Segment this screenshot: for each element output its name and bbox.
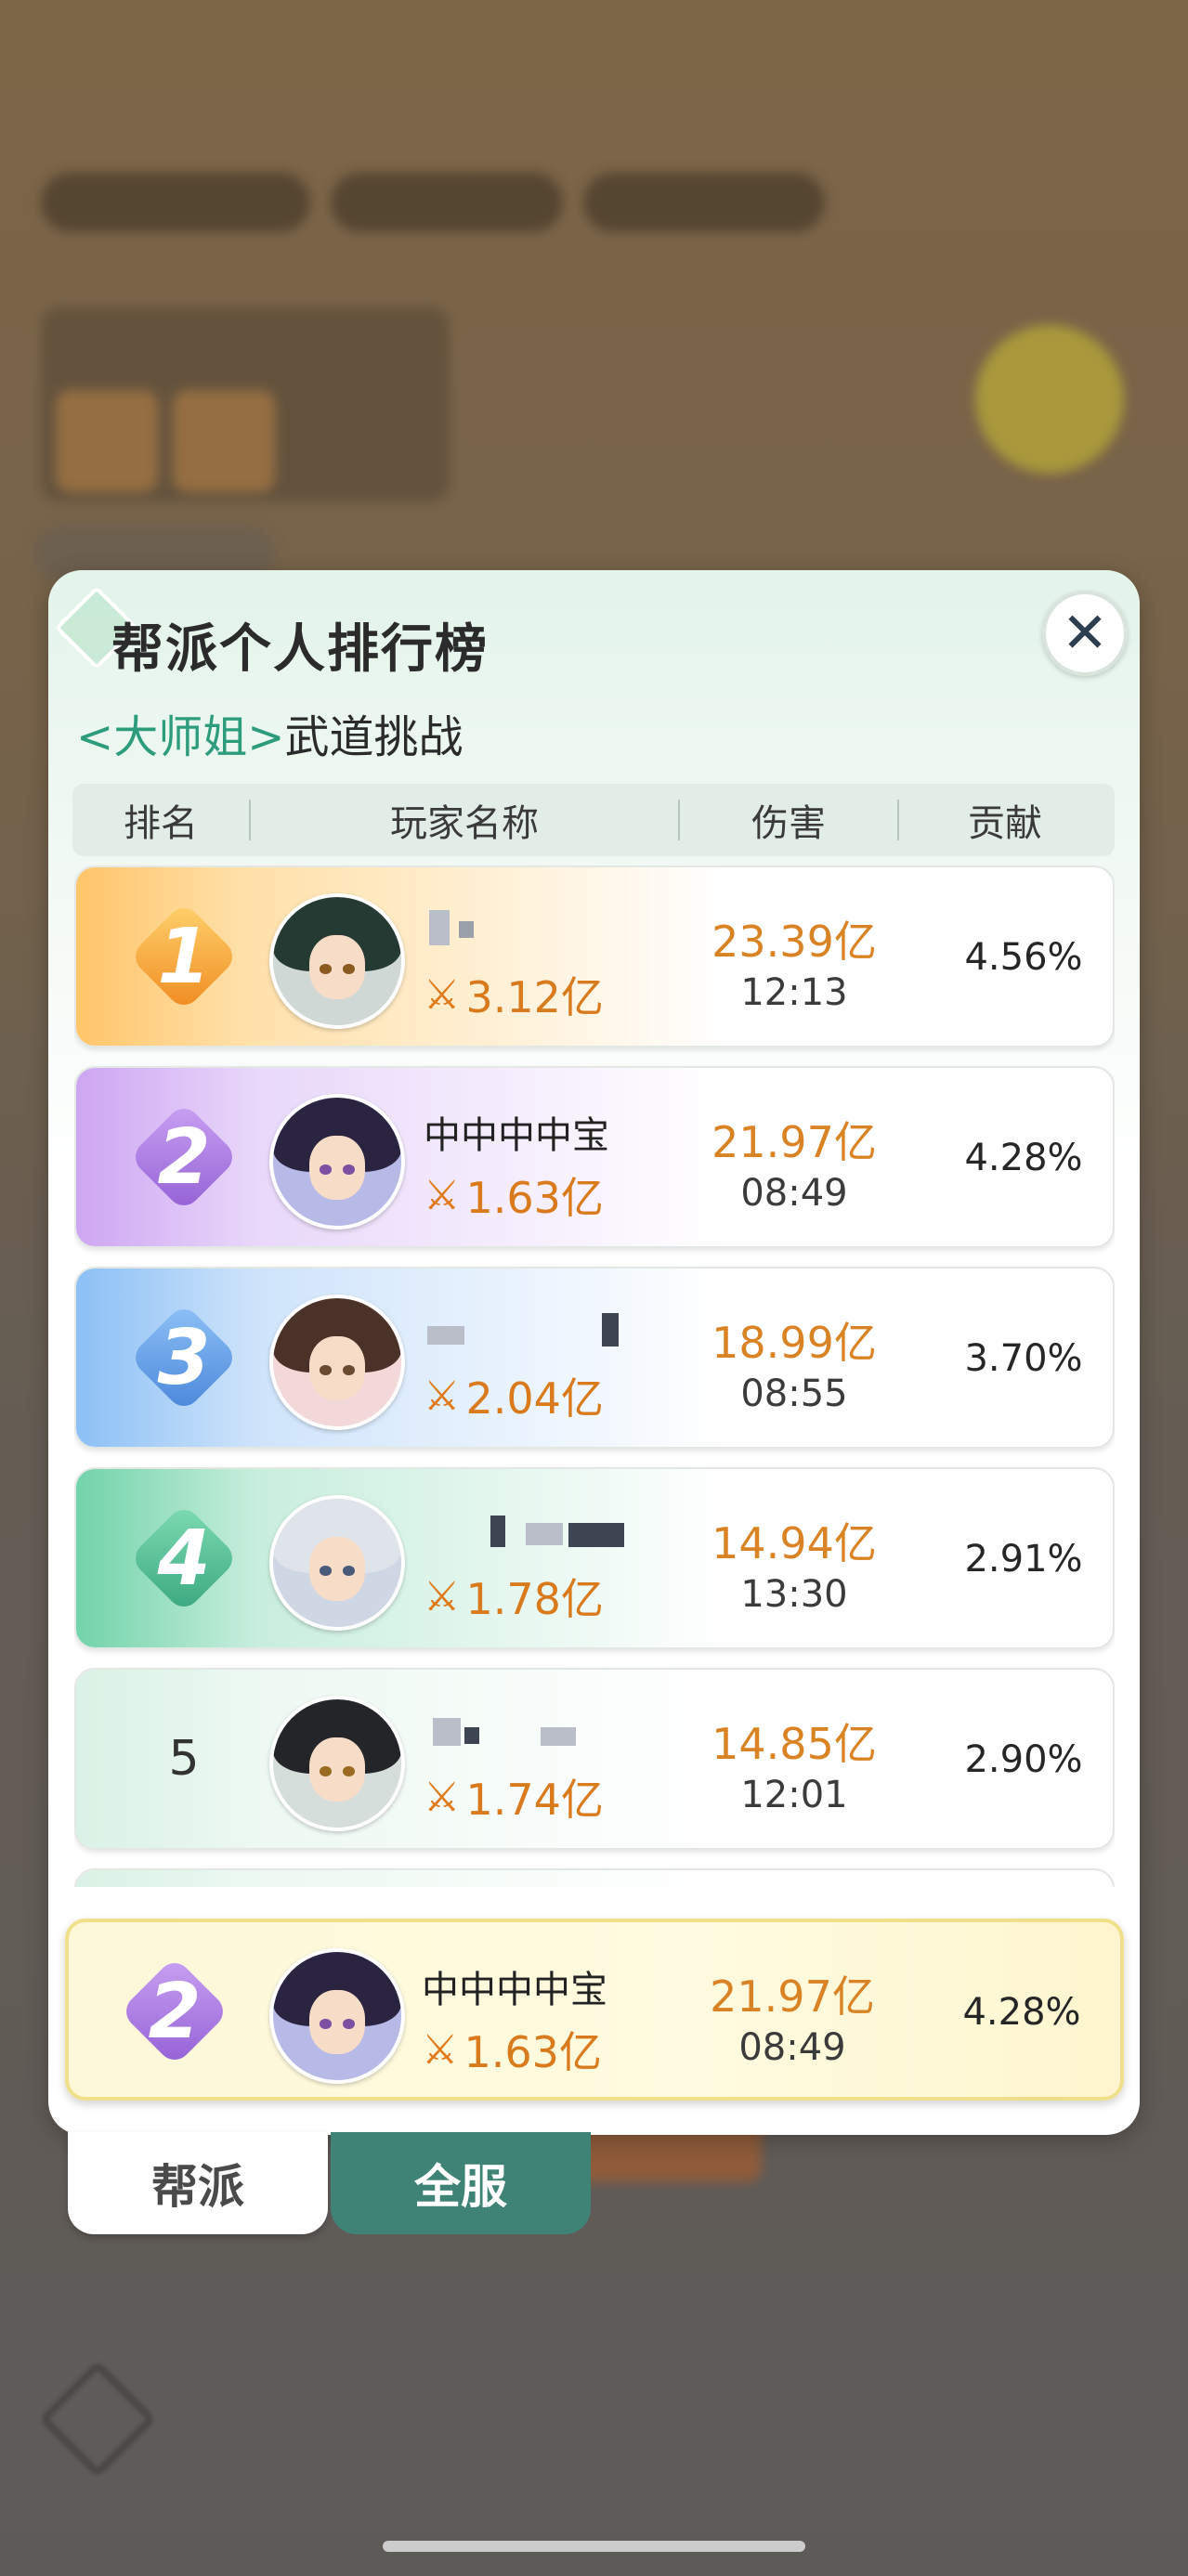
guild-ranking-modal: 帮派个人排行榜 <大师姐>武道挑战 ✕ 排名 玩家名称 伤害 贡献 1 ⚔ 3.…	[48, 570, 1140, 2135]
power-value: 1.74亿	[465, 1775, 604, 1825]
time-value: 08:55	[740, 1373, 848, 1415]
rank-badge: 3	[128, 1302, 240, 1413]
contribution-value: 2.90%	[964, 1738, 1083, 1781]
damage-value: 14.85亿	[711, 1719, 877, 1769]
subtitle-event-name: 武道挑战	[284, 711, 463, 763]
rank-badge: 2	[119, 1956, 230, 2067]
damage-value: 23.39亿	[711, 917, 877, 967]
table-row[interactable]: 2 中中中中宝 ⚔ 1.63亿 21.97亿 08:49 4.28%	[74, 1066, 1115, 1248]
rank-number: 3	[157, 1313, 211, 1402]
power-value: 1.63亿	[465, 1173, 604, 1223]
crossed-swords-icon: ⚔	[422, 2025, 459, 2074]
name-mosaic	[541, 1727, 576, 1746]
player-power: ⚔ 1.74亿	[424, 1766, 604, 1828]
damage-value: 18.99亿	[711, 1318, 877, 1368]
contribution-value: 4.56%	[964, 936, 1083, 979]
name-mosaic	[490, 1516, 505, 1547]
player-power: ⚔ 1.63亿	[422, 2019, 602, 2080]
tab-server[interactable]: 全服	[331, 2132, 591, 2234]
name-mosaic	[427, 1326, 464, 1345]
rank-number: 2	[148, 1967, 202, 2056]
header-player-name: 玩家名称	[390, 802, 539, 845]
avatar[interactable]	[269, 1948, 405, 2084]
player-name: 中中中中宝	[424, 1114, 609, 1157]
player-power: ⚔ 2.04亿	[424, 1365, 604, 1426]
rank-badge: 1	[128, 901, 240, 1012]
avatar[interactable]	[269, 1495, 405, 1631]
player-name: 中中中中宝	[422, 1969, 607, 2011]
table-row[interactable]: 3 ⚔ 2.04亿 18.99亿 08:55 3.70%	[74, 1267, 1115, 1449]
modal-title: 帮派个人排行榜	[111, 619, 489, 680]
name-mosaic	[568, 1523, 624, 1547]
table-row[interactable]	[74, 1868, 1115, 1887]
time-value: 08:49	[740, 1172, 848, 1215]
my-ranking-row[interactable]: 2 中中中中宝 ⚔ 1.63亿 21.97亿 08:49 4.28%	[65, 1919, 1124, 2101]
table-row[interactable]: 5 ⚔ 1.74亿 14.85亿 12:01 2.90%	[74, 1668, 1115, 1850]
crossed-swords-icon: ⚔	[424, 1171, 461, 1219]
header-contribution: 贡献	[968, 802, 1042, 845]
table-header: 排名 玩家名称 伤害 贡献	[72, 784, 1115, 856]
crossed-swords-icon: ⚔	[424, 1372, 461, 1420]
name-mosaic	[429, 910, 450, 945]
time-value: 12:01	[740, 1774, 848, 1816]
name-mosaic	[602, 1313, 619, 1347]
power-value: 3.12亿	[465, 972, 604, 1022]
player-power: ⚔ 1.63亿	[424, 1164, 604, 1226]
table-row[interactable]: 1 ⚔ 3.12亿 23.39亿 12:13 4.56%	[74, 865, 1115, 1047]
name-mosaic	[526, 1523, 563, 1545]
rank-number: 1	[157, 912, 211, 1001]
crossed-swords-icon: ⚔	[424, 1572, 461, 1620]
ranking-list[interactable]: 1 ⚔ 3.12亿 23.39亿 12:13 4.56% 2 中中中中宝 ⚔ 1…	[74, 865, 1115, 1887]
player-power: ⚔ 1.78亿	[424, 1566, 604, 1627]
power-value: 1.63亿	[463, 2027, 602, 2077]
rank-badge: 2	[128, 1101, 240, 1213]
table-row[interactable]: 4 ⚔ 1.78亿 14.94亿 13:30 2.91%	[74, 1467, 1115, 1649]
damage-value: 21.97亿	[711, 1117, 877, 1167]
contribution-value: 2.91%	[964, 1538, 1083, 1581]
name-mosaic	[433, 1718, 461, 1746]
name-mosaic	[459, 921, 474, 938]
rank-badge: 4	[128, 1503, 240, 1614]
crossed-swords-icon: ⚔	[424, 970, 461, 1019]
rank-number: 4	[157, 1514, 211, 1603]
close-icon: ✕	[1061, 601, 1109, 666]
player-power: ⚔ 3.12亿	[424, 964, 604, 1025]
avatar[interactable]	[269, 1295, 405, 1430]
row-tint	[76, 1870, 726, 1887]
name-mosaic	[464, 1727, 479, 1744]
rank-number: 5	[168, 1731, 200, 1787]
time-value: 13:30	[740, 1573, 848, 1616]
damage-value: 21.97亿	[710, 1971, 875, 2022]
avatar[interactable]	[269, 1696, 405, 1831]
contribution-value: 3.70%	[964, 1337, 1083, 1380]
contribution-value: 4.28%	[964, 1137, 1083, 1179]
contribution-value: 4.28%	[962, 1991, 1081, 2034]
time-value: 08:49	[738, 2026, 846, 2069]
home-indicator[interactable]	[383, 2541, 805, 2552]
header-rank: 排名	[124, 802, 198, 845]
subtitle-boss-name: <大师姐>	[76, 711, 285, 763]
time-value: 12:13	[740, 971, 848, 1014]
power-value: 2.04亿	[465, 1373, 604, 1424]
modal-subtitle: <大师姐>武道挑战	[76, 700, 463, 765]
crossed-swords-icon: ⚔	[424, 1773, 461, 1821]
damage-value: 14.94亿	[711, 1518, 877, 1568]
avatar[interactable]	[269, 1094, 405, 1229]
header-damage: 伤害	[751, 802, 826, 845]
avatar[interactable]	[269, 893, 405, 1029]
power-value: 1.78亿	[465, 1574, 604, 1624]
rank-number: 2	[157, 1112, 211, 1202]
tab-guild[interactable]: 帮派	[68, 2132, 328, 2234]
close-button[interactable]: ✕	[1042, 591, 1128, 676]
